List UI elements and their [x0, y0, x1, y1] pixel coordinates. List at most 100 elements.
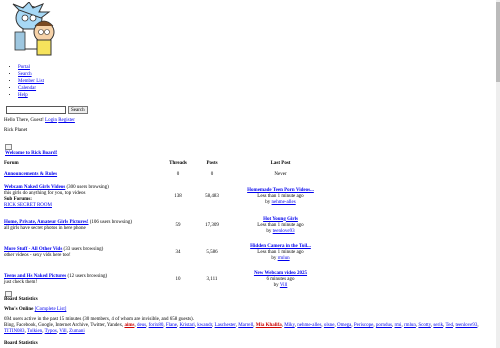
forum-link[interactable]: Announcements & Rules [4, 172, 57, 177]
online-user-link[interactable]: Laschester [215, 323, 236, 328]
online-user-link[interactable]: porndus [376, 323, 392, 328]
post-count: 3,111 [206, 277, 218, 282]
forum-description: all girls have secret photos in here pho… [4, 225, 86, 231]
category-title: Welcome to Rick Board! [5, 151, 57, 157]
online-user-link[interactable]: Omega [337, 323, 351, 328]
last-post-time: Less than 1 minute ago [257, 222, 304, 228]
scrollbar-thumb[interactable] [496, 2, 500, 82]
welcome-bar: Hello There, Guest! Login Register [4, 118, 75, 124]
whos-online: Who's Online [Complete List] [4, 307, 66, 313]
last-post-time: 6 minutes ago [266, 277, 295, 282]
online-user-link[interactable]: aims [124, 323, 134, 328]
last-post: Hot Young Girls Less than 1 minute ago b… [232, 212, 329, 239]
search-input[interactable] [6, 106, 66, 114]
online-user-link[interactable]: Periscope [354, 323, 373, 328]
last-post-link[interactable]: Hidden Camera in the Toil... [250, 244, 311, 249]
online-user-link[interactable]: Marrell [238, 323, 253, 328]
last-post-user[interactable]: rmlun [278, 256, 290, 261]
online-user-link[interactable]: Tolkien [27, 329, 42, 334]
online-user-link[interactable]: olsne [324, 323, 335, 328]
last-post: Homemade Teen Porn Videos... Less than 1… [232, 182, 329, 212]
forum-row: Webcam Naked Girls Videos (300 users bro… [4, 182, 329, 212]
last-post: New Webcam video 2025 6 minutes ago by V… [232, 266, 329, 294]
thread-count: 138 [174, 194, 182, 199]
thread-count: 59 [175, 222, 181, 228]
forum-description: this girls do anything for you, top vide… [4, 191, 86, 196]
collapse-toggle-icon[interactable] [5, 144, 12, 150]
nav-item-search: Search [18, 71, 44, 78]
board-stats-title: Board Statistics [4, 297, 38, 302]
post-count: 58,483 [205, 194, 219, 199]
col-threads: Threads [169, 161, 187, 166]
forum-link[interactable]: Webcam Naked Girls Videos [4, 185, 65, 190]
last-post-time: Less than 1 minute ago [257, 249, 304, 255]
online-user-link[interactable]: Typos [45, 329, 57, 334]
subforum-link[interactable]: RICK SECRET ROOM [4, 203, 52, 208]
online-user-link[interactable]: rmi [394, 323, 401, 328]
last-post-user[interactable]: nehme-alles [272, 200, 296, 205]
site-name: Rick Planet [4, 128, 28, 133]
nav-link-portal[interactable]: Portal [18, 65, 30, 70]
browsing-count: (12 users browsing) [67, 274, 108, 279]
last-post-link[interactable]: Homemade Teen Porn Videos... [247, 188, 314, 193]
online-count: 694 users active in the past 15 minutes … [4, 317, 194, 322]
post-count: 5,586 [206, 249, 218, 255]
nav-item-member-list: Member List [18, 78, 44, 85]
last-post: Never [274, 172, 287, 177]
post-count: 0 [210, 172, 214, 177]
forum-cell: Home, Private, Amateur Girls Pictures! (… [4, 212, 164, 239]
main-nav: Portal Search Member List Calendar Help [8, 64, 44, 99]
online-user-link[interactable]: Miky [284, 323, 295, 328]
last-post-user[interactable]: Vill [280, 283, 287, 288]
col-last-post: Last Post [270, 161, 291, 166]
online-user-link[interactable]: Zumani [69, 329, 85, 334]
online-user-link[interactable]: kwandr [197, 323, 212, 328]
online-user-link[interactable]: Vill [59, 329, 66, 334]
forum-link[interactable]: Teens and Hs Naked Pictures [4, 274, 66, 279]
category-link[interactable]: Welcome to Rick Board! [5, 151, 57, 156]
online-user-link[interactable]: Kristari [179, 323, 194, 328]
online-user-link[interactable]: Ted [446, 323, 453, 328]
forum-cell: Announcements & Rules [4, 168, 164, 182]
col-forum: Forum [4, 161, 19, 166]
forum-row: Announcements & Rules 0 0 Never [4, 168, 329, 182]
nav-link-member-list[interactable]: Member List [18, 79, 44, 84]
online-user-link[interactable]: teenlove93 [455, 323, 477, 328]
nav-link-search[interactable]: Search [18, 72, 32, 77]
online-user-link[interactable]: deus [137, 323, 146, 328]
post-count: 17,309 [205, 222, 219, 228]
forum-cell: Teens and Hs Naked Pictures (12 users br… [4, 266, 164, 294]
thread-count: 0 [176, 172, 180, 177]
browsing-count: (33 users browsing) [63, 246, 104, 252]
register-link[interactable]: Register [58, 118, 75, 123]
complete-list-link[interactable]: [Complete List] [35, 307, 67, 312]
online-user-link[interactable]: nehme-alles [297, 323, 321, 328]
welcome-text: Hello There, Guest! [4, 118, 44, 123]
online-user-link[interactable]: Scotty [418, 323, 430, 328]
online-user-link[interactable]: Mia Khalifa [256, 323, 282, 328]
online-user-link[interactable]: rmlun [404, 323, 416, 328]
last-post-link[interactable]: Hot Young Girls [263, 217, 298, 222]
subforums-label: Sub Forums: [4, 197, 32, 202]
browsing-count: (300 users browsing) [66, 185, 109, 190]
nav-item-help: Help [18, 92, 44, 99]
search-button[interactable]: Search [68, 106, 88, 114]
browsing-count: (106 users browsing) [89, 219, 132, 225]
forum-link[interactable]: More Stuff - All Other Vids [4, 247, 62, 252]
online-user-link[interactable]: TITIN083 [4, 329, 25, 334]
forum-row: Teens and Hs Naked Pictures (12 users br… [4, 266, 329, 294]
forum-link[interactable]: Home, Private, Amateur Girls Pictures! [4, 220, 89, 225]
online-user-link[interactable]: Flane [166, 323, 177, 328]
last-post-user[interactable]: teenlove93 [273, 229, 295, 234]
last-post-link[interactable]: New Webcam video 2025 [254, 271, 307, 276]
nav-link-calendar[interactable]: Calendar [18, 86, 36, 91]
login-link[interactable]: Login [45, 118, 57, 123]
nav-link-help[interactable]: Help [18, 93, 28, 98]
online-user-link[interactable]: forix80 [149, 323, 164, 328]
forum-row: Home, Private, Amateur Girls Pictures! (… [4, 212, 329, 239]
online-users: 694 users active in the past 15 minutes … [4, 317, 494, 335]
last-post: Hidden Camera in the Toil... Less than 1… [232, 239, 329, 266]
online-user-link[interactable]: serik [433, 323, 443, 328]
forum-description: other videos - sexy vids here too! [4, 252, 71, 258]
forum-cell: Webcam Naked Girls Videos (300 users bro… [4, 182, 164, 212]
